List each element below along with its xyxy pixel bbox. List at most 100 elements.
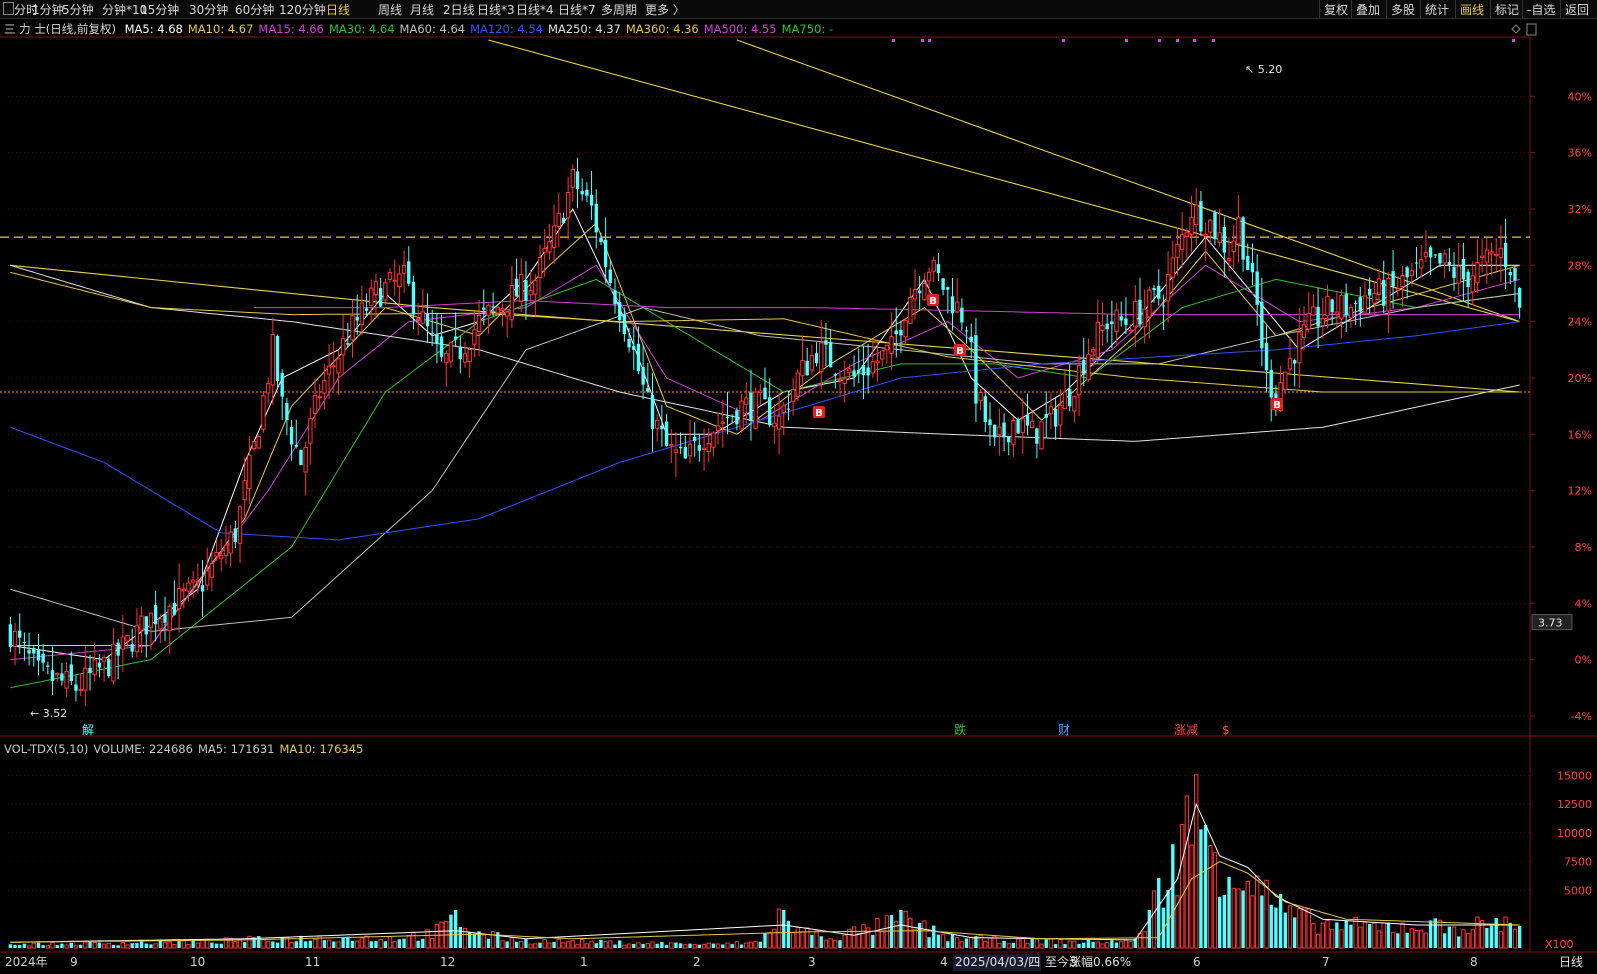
low-price-label: ← 3.52	[30, 707, 67, 720]
volume-bar	[1264, 879, 1269, 949]
volume-bar	[1390, 931, 1396, 949]
candle-body	[280, 373, 284, 397]
volume-bar	[514, 941, 519, 948]
candle-body	[613, 290, 617, 305]
volume-bar	[1494, 918, 1498, 948]
volume-bar	[1461, 929, 1466, 949]
candle-body	[482, 307, 486, 310]
stock-chart[interactable]: 40%36%32%28%24%20%16%12%8%4%0%-4%1500012…	[0, 0, 1597, 974]
candle-body	[735, 410, 739, 425]
volume-bar	[650, 941, 655, 949]
volume-bar	[1199, 829, 1203, 948]
period-tab-14[interactable]: 日线*7	[558, 1, 596, 18]
period-tab-4[interactable]: 15分钟	[140, 1, 179, 18]
period-tab-12[interactable]: 日线*3	[477, 1, 515, 18]
toolbar-button-3[interactable]: 统计	[1420, 0, 1455, 18]
candle-body	[547, 241, 552, 253]
candle-body	[1062, 391, 1068, 409]
candle-body	[46, 665, 50, 667]
volume-bar	[626, 943, 632, 949]
period-tab-7[interactable]: 120分钟	[279, 1, 326, 18]
volume-bar	[1104, 942, 1110, 949]
buy-signal-label: B	[1273, 400, 1281, 411]
period-tab-8[interactable]: 日线	[326, 1, 350, 18]
candle-body	[641, 367, 645, 385]
volume-bar	[618, 940, 622, 948]
volume-bar	[580, 938, 585, 949]
price-tick-label: 36%	[1568, 147, 1592, 160]
volume-bar	[978, 934, 983, 949]
candle-body	[988, 419, 992, 426]
volume-bar	[594, 943, 598, 948]
volume-bar	[528, 943, 533, 949]
volume-bar	[1082, 942, 1086, 948]
time-axis-label: 10	[190, 955, 205, 969]
volume-bar	[416, 940, 420, 948]
candle-body	[589, 194, 594, 206]
period-tab-1[interactable]: 1分钟	[32, 1, 64, 18]
toolbar-button-0[interactable]: 复权	[1319, 0, 1351, 18]
candle-body	[1213, 212, 1217, 240]
candle-body	[1325, 295, 1330, 317]
period-tab-15[interactable]: 多周期	[601, 1, 637, 18]
period-tab-9[interactable]: 周线	[378, 1, 402, 18]
candle-body	[1358, 297, 1362, 312]
volume-bar	[322, 940, 327, 948]
period-tab-6[interactable]: 60分钟	[235, 1, 274, 18]
candle-body	[983, 396, 987, 422]
candle-body	[857, 370, 861, 373]
candle-body	[580, 191, 584, 195]
volume-bar	[261, 939, 266, 949]
toolbar-button-7[interactable]: 返回	[1560, 0, 1597, 18]
volume-bar	[1072, 940, 1077, 949]
volume-bar	[725, 942, 730, 949]
candle-body	[88, 667, 92, 674]
candle-body	[922, 283, 927, 301]
period-tab-2[interactable]: 5分钟	[62, 1, 94, 18]
volume-bar	[219, 943, 223, 948]
period-tab-10[interactable]: 月线	[410, 1, 434, 18]
candle-body	[467, 349, 472, 363]
volume-bar	[599, 939, 603, 948]
time-axis-label: 9	[70, 955, 78, 969]
volume-bar	[932, 925, 936, 948]
period-tab-11[interactable]: 2日线	[443, 1, 475, 18]
candle-body	[730, 415, 734, 417]
volume-bar	[851, 926, 857, 949]
volume-bar	[1250, 895, 1255, 949]
toolbar-button-5[interactable]: 标记	[1490, 0, 1522, 18]
volume-bar	[139, 941, 144, 948]
volume-bar	[1457, 936, 1461, 948]
volume-bar	[814, 930, 819, 949]
volume-bar	[1015, 938, 1021, 949]
candle-body	[565, 191, 571, 219]
candle-body	[209, 563, 215, 578]
candle-body	[1470, 275, 1475, 293]
toolbar-button-6[interactable]: -自选	[1522, 0, 1560, 18]
candle-body	[139, 615, 144, 631]
period-tab-16[interactable]: 更多 〉	[645, 1, 685, 18]
toolbar-button-1[interactable]: 叠加	[1351, 0, 1386, 18]
volume-bar	[519, 940, 524, 949]
candle-body	[326, 365, 332, 375]
panel-toggle-icon[interactable]	[3, 2, 14, 15]
volume-bar	[1222, 894, 1227, 948]
volume-bar	[603, 941, 608, 949]
volume-bar	[964, 938, 969, 948]
toolbar-button-2[interactable]: 多股	[1386, 0, 1420, 18]
candle-body	[1189, 217, 1194, 235]
candle-body	[758, 390, 763, 393]
volume-bar	[1508, 922, 1512, 948]
candle-body	[837, 378, 843, 381]
price-tick-label: 32%	[1568, 203, 1592, 216]
candle-body	[444, 353, 449, 364]
toolbar-button-4[interactable]: 画线	[1455, 0, 1490, 18]
period-tab-5[interactable]: 30分钟	[189, 1, 228, 18]
candle-body	[476, 314, 482, 333]
candle-body	[1479, 255, 1485, 259]
period-tab-13[interactable]: 日线*4	[516, 1, 554, 18]
candle-body	[435, 334, 439, 344]
volume-bar	[312, 938, 318, 949]
volume-bar	[683, 944, 688, 949]
candle-body	[664, 421, 669, 446]
